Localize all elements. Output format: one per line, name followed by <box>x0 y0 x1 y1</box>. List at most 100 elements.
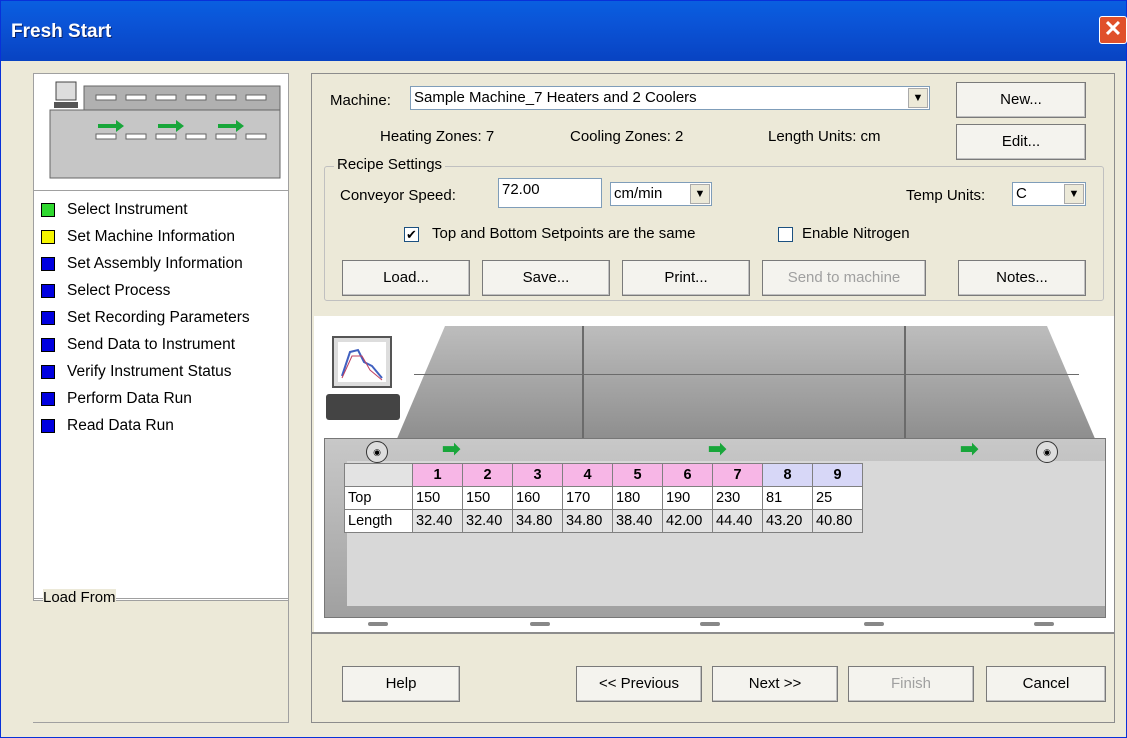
step-status-indicator <box>41 365 55 379</box>
help-button[interactable]: Help <box>342 666 460 702</box>
notes-button[interactable]: Notes... <box>958 260 1086 296</box>
length-cell: 32.40 <box>412 509 463 533</box>
step-status-indicator <box>41 284 55 298</box>
hood-divider <box>904 326 906 438</box>
table-corner-cell <box>344 463 413 487</box>
next-button[interactable]: Next >> <box>712 666 838 702</box>
send-to-machine-button[interactable]: Send to machine <box>762 260 926 296</box>
step-label: Set Machine Information <box>67 228 236 245</box>
step-status-indicator <box>41 203 55 217</box>
step-select-process: Select Process <box>41 280 170 302</box>
step-label: Send Data to Instrument <box>67 336 236 353</box>
length-cell: 44.40 <box>712 509 763 533</box>
top-setpoint-cell[interactable]: 230 <box>712 486 763 510</box>
conveyor-direction-arrow-icon: ➡ <box>442 436 461 461</box>
new-machine-button[interactable]: New... <box>956 82 1086 118</box>
machine-select-value: Sample Machine_7 Heaters and 2 Coolers <box>414 89 697 106</box>
recipe-settings-title: Recipe Settings <box>334 156 446 173</box>
temp-units-label: Temp Units: <box>906 187 986 204</box>
step-set-assembly-information: Set Assembly Information <box>41 253 243 275</box>
enable-nitrogen-checkbox[interactable] <box>778 227 793 242</box>
cancel-button[interactable]: Cancel <box>986 666 1106 702</box>
top-setpoint-cell[interactable]: 190 <box>662 486 713 510</box>
top-setpoint-cell[interactable]: 150 <box>462 486 513 510</box>
oven-foot <box>700 622 720 626</box>
top-setpoint-cell[interactable]: 150 <box>412 486 463 510</box>
step-label: Select Process <box>67 282 171 299</box>
top-setpoint-cell[interactable]: 160 <box>512 486 563 510</box>
wizard-navigation-bar: Help << Previous Next >> Finish Cancel <box>311 633 1115 723</box>
zone-header: 3 <box>512 463 563 487</box>
oven-foot <box>1034 622 1054 626</box>
step-status-indicator <box>41 419 55 433</box>
title-bar: Fresh Start ✕ <box>1 1 1127 61</box>
same-setpoints-checkbox[interactable]: ✔ <box>404 227 419 242</box>
table-row: Length 32.40 32.40 34.80 34.80 38.40 42.… <box>344 509 863 533</box>
conveyor-speed-label: Conveyor Speed: <box>340 187 456 204</box>
speed-unit-select[interactable]: cm/min ▼ <box>610 182 712 206</box>
hood-divider <box>414 374 1079 375</box>
load-recipe-button[interactable]: Load... <box>342 260 470 296</box>
length-cell: 32.40 <box>462 509 513 533</box>
oven-foot <box>368 622 388 626</box>
step-verify-instrument-status: Verify Instrument Status <box>41 361 232 383</box>
length-cell: 34.80 <box>562 509 613 533</box>
step-status-indicator <box>41 392 55 406</box>
machine-select[interactable]: Sample Machine_7 Heaters and 2 Coolers ▼ <box>410 86 930 110</box>
step-label: Verify Instrument Status <box>67 363 232 380</box>
wizard-window: Fresh Start ✕ Select Instrument Set Mach… <box>0 0 1127 738</box>
oven-diagram: ◉ ◉ ➡ ➡ ➡ 1 2 3 4 5 6 7 8 9 Top 150 150 … <box>314 316 1114 632</box>
step-label: Select Instrument <box>67 201 188 218</box>
step-status-indicator <box>41 338 55 352</box>
oven-foot <box>530 622 550 626</box>
close-button[interactable]: ✕ <box>1099 16 1127 44</box>
load-from-label: Load From <box>43 589 116 606</box>
machine-thumbnail-image <box>33 73 289 191</box>
same-setpoints-label: Top and Bottom Setpoints are the same <box>432 225 696 242</box>
temp-units-select[interactable]: C ▼ <box>1012 182 1086 206</box>
step-status-indicator <box>41 311 55 325</box>
length-cell: 42.00 <box>662 509 713 533</box>
previous-button[interactable]: << Previous <box>576 666 702 702</box>
step-perform-data-run: Perform Data Run <box>41 388 192 410</box>
step-set-recording-parameters: Set Recording Parameters <box>41 307 250 329</box>
machine-label: Machine: <box>330 92 391 109</box>
top-setpoint-cell[interactable]: 180 <box>612 486 663 510</box>
left-panel: Select Instrument Set Machine Informatio… <box>33 73 289 723</box>
table-header-row: 1 2 3 4 5 6 7 8 9 <box>344 463 863 487</box>
step-send-data-to-instrument: Send Data to Instrument <box>41 334 235 356</box>
save-recipe-button[interactable]: Save... <box>482 260 610 296</box>
finish-button[interactable]: Finish <box>848 666 974 702</box>
step-set-machine-information: Set Machine Information <box>41 226 235 248</box>
monitor-icon <box>332 336 392 388</box>
chevron-down-icon[interactable]: ▼ <box>690 184 710 204</box>
edit-machine-button[interactable]: Edit... <box>956 124 1086 160</box>
heating-zones-text: Heating Zones: 7 <box>380 128 495 145</box>
conveyor-roller-icon: ◉ <box>1036 441 1058 463</box>
length-units-text: Length Units: cm <box>768 128 881 145</box>
cooling-zones-text: Cooling Zones: 2 <box>570 128 684 145</box>
step-label: Read Data Run <box>67 417 174 434</box>
print-recipe-button[interactable]: Print... <box>622 260 750 296</box>
step-label: Set Assembly Information <box>67 255 243 272</box>
chevron-down-icon[interactable]: ▼ <box>908 88 928 108</box>
step-status-indicator <box>41 230 55 244</box>
zone-header: 1 <box>412 463 463 487</box>
settings-panel: Machine: Sample Machine_7 Heaters and 2 … <box>311 73 1115 633</box>
conveyor-direction-arrow-icon: ➡ <box>708 436 727 461</box>
conveyor-speed-input[interactable]: 72.00 <box>498 178 602 208</box>
length-cell: 34.80 <box>512 509 563 533</box>
top-setpoint-cell[interactable]: 25 <box>812 486 863 510</box>
chevron-down-icon[interactable]: ▼ <box>1064 184 1084 204</box>
zone-setpoints-table: 1 2 3 4 5 6 7 8 9 Top 150 150 160 170 18… <box>344 463 863 533</box>
step-label: Perform Data Run <box>67 390 192 407</box>
step-select-instrument: Select Instrument <box>41 199 188 221</box>
zone-header: 4 <box>562 463 613 487</box>
oven-hood <box>396 326 1096 441</box>
zone-header: 6 <box>662 463 713 487</box>
top-setpoint-cell[interactable]: 81 <box>762 486 813 510</box>
zone-header: 8 <box>762 463 813 487</box>
top-setpoint-cell[interactable]: 170 <box>562 486 613 510</box>
temp-units-value: C <box>1016 185 1027 202</box>
window-title: Fresh Start <box>11 21 112 42</box>
